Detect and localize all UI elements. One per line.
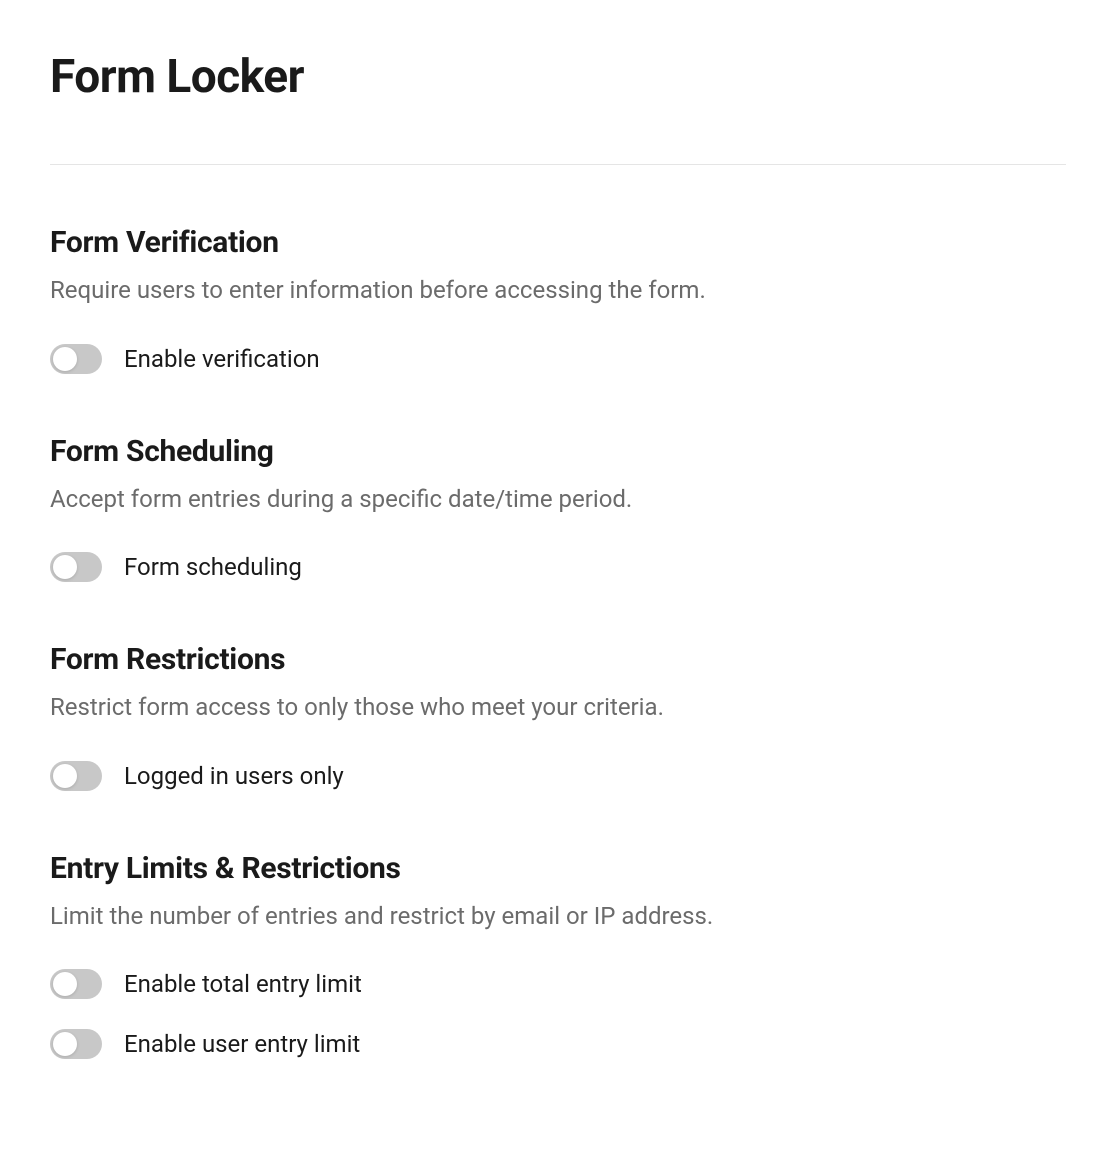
page-title: Form Locker [50,50,1066,104]
toggle-label-logged-in-only: Logged in users only [124,762,344,790]
section-title-scheduling: Form Scheduling [50,434,1066,469]
toggle-row-total-entry-limit: Enable total entry limit [50,969,1066,999]
toggle-knob [53,764,77,788]
section-entry-limits: Entry Limits & Restrictions Limit the nu… [50,851,1066,1060]
toggle-knob [53,555,77,579]
toggle-knob [53,347,77,371]
toggle-form-scheduling[interactable] [50,552,102,582]
toggle-row-form-scheduling: Form scheduling [50,552,1066,582]
section-description-entry-limits: Limit the number of entries and restrict… [50,900,1066,934]
toggle-logged-in-only[interactable] [50,761,102,791]
toggle-user-entry-limit[interactable] [50,1029,102,1059]
toggle-row-enable-verification: Enable verification [50,344,1066,374]
section-scheduling: Form Scheduling Accept form entries duri… [50,434,1066,583]
toggle-row-user-entry-limit: Enable user entry limit [50,1029,1066,1059]
section-description-restrictions: Restrict form access to only those who m… [50,691,1066,725]
toggle-label-form-scheduling: Form scheduling [124,553,302,581]
toggle-row-logged-in-only: Logged in users only [50,761,1066,791]
divider [50,164,1066,165]
toggle-label-user-entry-limit: Enable user entry limit [124,1030,360,1058]
section-title-restrictions: Form Restrictions [50,642,1066,677]
section-restrictions: Form Restrictions Restrict form access t… [50,642,1066,791]
toggle-knob [53,972,77,996]
section-title-verification: Form Verification [50,225,1066,260]
toggle-total-entry-limit[interactable] [50,969,102,999]
toggle-label-total-entry-limit: Enable total entry limit [124,970,362,998]
toggle-enable-verification[interactable] [50,344,102,374]
section-description-verification: Require users to enter information befor… [50,274,1066,308]
toggle-knob [53,1032,77,1056]
section-verification: Form Verification Require users to enter… [50,225,1066,374]
toggle-label-enable-verification: Enable verification [124,345,320,373]
section-title-entry-limits: Entry Limits & Restrictions [50,851,1066,886]
section-description-scheduling: Accept form entries during a specific da… [50,483,1066,517]
